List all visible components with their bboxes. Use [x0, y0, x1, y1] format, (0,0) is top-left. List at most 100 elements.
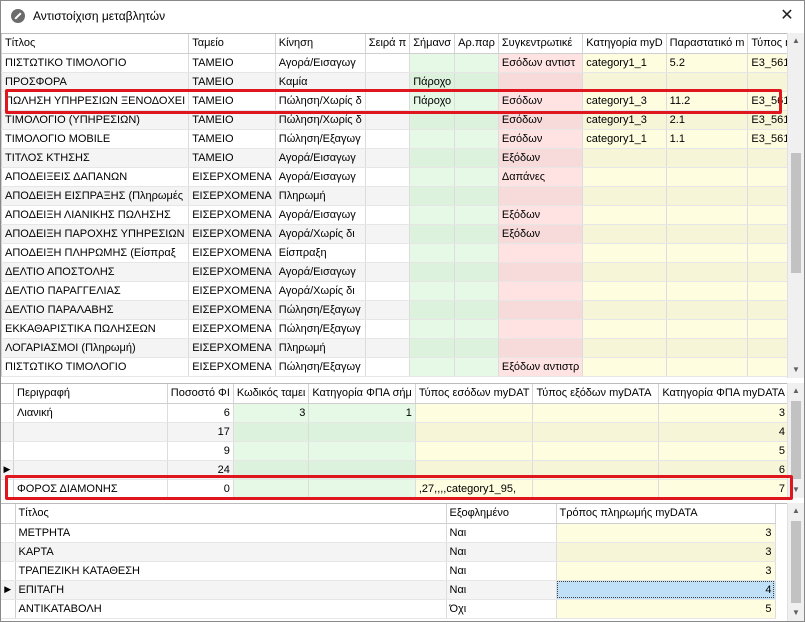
column-header[interactable]: Τίτλος [1, 34, 190, 54]
cell[interactable]: Πληρωμή [275, 338, 366, 358]
cell[interactable]: ΑΠΟΔΕΙΞΗ ΛΙΑΝΙΚΗΣ ΠΩΛΗΣΗΣ [1, 205, 190, 225]
close-icon[interactable]: ✕ [778, 7, 796, 25]
table-row[interactable]: 17 4 [1, 422, 789, 442]
cell[interactable]: ΤΙΤΛΟΣ ΚΤΗΣΗΣ [1, 148, 190, 168]
cell[interactable]: ΕΙΣΕΡΧΟΜΕΝΑ [188, 338, 276, 358]
column-header[interactable]: Συγκεντρωτικέ [498, 34, 584, 54]
cell[interactable]: ΔΕΛΤΙΟ ΠΑΡΑΛΑΒΗΣ [1, 300, 190, 320]
cell[interactable]: Λιανική [13, 403, 168, 423]
cell[interactable] [582, 167, 667, 187]
cell[interactable] [582, 148, 667, 168]
cell[interactable] [532, 441, 660, 461]
cell[interactable] [498, 186, 584, 206]
cell[interactable]: Εξόδων [498, 148, 584, 168]
cell[interactable]: ΠΙΣΤΩΤΙΚΟ ΤΙΜΟΛΟΓΙΟ [1, 53, 190, 73]
cell[interactable]: Πώληση/Χωρίς δ [275, 110, 366, 130]
cell[interactable]: 2.1 [666, 110, 749, 130]
cell[interactable] [365, 148, 411, 168]
cell[interactable]: category1_1 [582, 129, 667, 149]
table-row[interactable]: ΠΩΛΗΣΗ ΥΠΗΡΕΣΙΩΝ ΞΕΝΟΔΟΧΕΙ ΤΑΜΕΙΟ Πώληση/Χ… [1, 91, 789, 111]
column-header[interactable]: Τύπος εξόδων myDATA [532, 384, 660, 404]
table-row[interactable]: ΚΑΡΤΑ Ναι 3 [1, 542, 776, 562]
row-indicator[interactable] [1, 441, 15, 461]
table-row[interactable]: Λιανική 6 3 1 3 [1, 403, 789, 423]
cell[interactable]: Ναι [446, 542, 557, 562]
cell[interactable] [409, 338, 456, 358]
cell[interactable]: 0 [167, 479, 234, 498]
cell[interactable]: Ναι [446, 523, 557, 543]
row-indicator[interactable] [1, 403, 15, 423]
scroll-up-icon[interactable]: ▲ [788, 383, 804, 399]
cell[interactable]: Αγορά/Χωρίς δι [275, 281, 366, 301]
cell[interactable] [747, 72, 789, 92]
cell[interactable] [415, 460, 534, 480]
document-types-scrollbar[interactable]: ▲ ▼ [787, 33, 804, 378]
cell[interactable] [415, 403, 534, 423]
cell[interactable] [582, 300, 667, 320]
cell[interactable] [454, 167, 499, 187]
cell[interactable]: 3 [556, 523, 776, 543]
cell[interactable] [13, 441, 168, 461]
scroll-down-icon[interactable]: ▼ [788, 605, 804, 621]
cell[interactable]: 6 [658, 460, 789, 480]
cell[interactable]: Ναι [446, 561, 557, 581]
cell[interactable] [409, 53, 456, 73]
table-row[interactable]: ΤΙΤΛΟΣ ΚΤΗΣΗΣ ΤΑΜΕΙΟ Αγορά/Εισαγωγ Εξόδων [1, 148, 789, 168]
cell[interactable]: E3_561_001 [747, 53, 789, 73]
cell[interactable]: ΤΑΜΕΙΟ [188, 53, 276, 73]
table-row[interactable]: ΑΠΟΔΕΙΞΕΙΣ ΔΑΠΑΝΩΝ ΕΙΣΕΡΧΟΜΕΝΑ Αγορά/Εισαγ… [1, 167, 789, 187]
cell[interactable]: ΕΙΣΕΡΧΟΜΕΝΑ [188, 281, 276, 301]
column-header[interactable]: Παραστατικό m [666, 34, 749, 54]
cell[interactable]: ΕΚΚΑΘΑΡΙΣΤΙΚΑ ΠΩΛΗΣΕΩΝ [1, 319, 190, 339]
cell[interactable] [666, 72, 749, 92]
cell[interactable]: Πάροχο [409, 72, 456, 92]
cell[interactable] [233, 441, 310, 461]
current-row-icon[interactable]: ▶ [1, 460, 15, 480]
table-row[interactable]: 95 [1, 441, 789, 461]
table-row[interactable]: ΑΠΟΔΕΙΞΗ ΛΙΑΝΙΚΗΣ ΠΩΛΗΣΗΣ ΕΙΣΕΡΧΟΜΕΝΑ Αγορ… [1, 205, 789, 225]
cell[interactable]: ΑΠΟΔΕΙΞΗ ΕΙΣΠΡΑΞΗΣ (Πληρωμές [1, 186, 190, 206]
cell[interactable]: 4 [556, 580, 776, 600]
cell[interactable]: Εσόδων [498, 129, 584, 149]
cell[interactable]: Πάροχο [409, 91, 456, 111]
cell[interactable] [308, 479, 416, 498]
cell[interactable] [582, 205, 667, 225]
cell[interactable] [454, 262, 499, 282]
column-header[interactable]: Κατηγορία ΦΠΑ σήμ [308, 384, 416, 404]
column-header[interactable]: Τύπος myDATA [747, 34, 789, 54]
cell[interactable] [582, 72, 667, 92]
cell[interactable]: Εξόδων αντιστρ [498, 357, 584, 377]
cell[interactable]: Αγορά/Εισαγωγ [275, 53, 366, 73]
column-header[interactable]: Κατηγορία myD [582, 34, 667, 54]
cell[interactable] [409, 319, 456, 339]
cell[interactable] [415, 422, 534, 442]
cell[interactable] [582, 338, 667, 358]
column-header[interactable]: Ταμείο [188, 34, 276, 54]
cell[interactable]: 5 [658, 441, 789, 461]
cell[interactable]: Εξόδων [498, 205, 584, 225]
cell[interactable] [454, 300, 499, 320]
cell[interactable] [666, 300, 749, 320]
cell[interactable] [454, 281, 499, 301]
cell[interactable]: 17 [167, 422, 234, 442]
cell[interactable]: ΠΡΟΣΦΟΡΑ [1, 72, 190, 92]
cell[interactable] [747, 167, 789, 187]
cell[interactable]: Πώληση/Εξαγωγ [275, 357, 366, 377]
vat-scrollbar[interactable]: ▲ ▼ [787, 383, 804, 498]
cell[interactable]: ΤΑΜΕΙΟ [188, 129, 276, 149]
cell[interactable]: Όχι [446, 599, 557, 619]
cell[interactable] [233, 460, 310, 480]
cell[interactable] [454, 148, 499, 168]
cell[interactable] [454, 319, 499, 339]
cell[interactable] [365, 72, 411, 92]
table-row[interactable]: ΔΕΛΤΙΟ ΑΠΟΣΤΟΛΗΣ ΕΙΣΕΡΧΟΜΕΝΑ Αγορά/Εισαγωγ [1, 262, 789, 282]
cell[interactable] [409, 110, 456, 130]
row-indicator[interactable] [1, 599, 16, 619]
cell[interactable]: ΕΙΣΕΡΧΟΜΕΝΑ [188, 357, 276, 377]
cell[interactable] [454, 186, 499, 206]
cell[interactable] [454, 224, 499, 244]
cell[interactable] [365, 110, 411, 130]
scroll-thumb[interactable] [791, 401, 801, 479]
cell[interactable] [498, 300, 584, 320]
cell[interactable] [409, 129, 456, 149]
